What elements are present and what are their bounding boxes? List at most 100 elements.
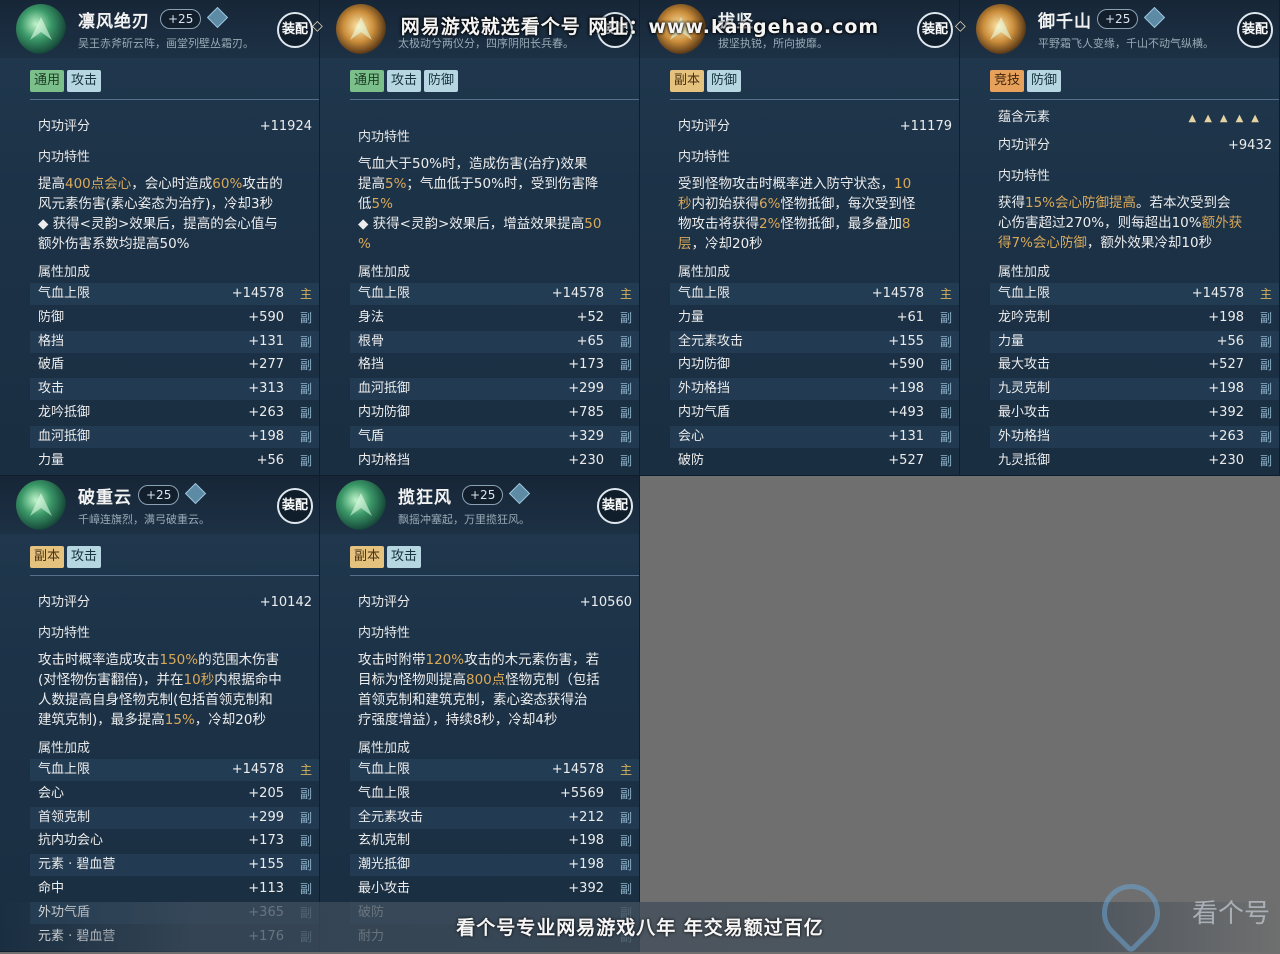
score-row: 内功评分 +11179 — [670, 116, 959, 138]
flavor-text: 吴王赤斧斫云阵，画堂列壁丛霜刃。 — [78, 37, 254, 50]
trait-text: 建筑克制)，最多提高 — [38, 712, 165, 728]
score-row: 内功评分 +9432 — [990, 135, 1279, 157]
attr-value: +230 — [568, 452, 604, 468]
sub-attr-marker: 副 — [1259, 334, 1272, 349]
trait-line: 提高400点会心，会心时造成60%攻击的 — [38, 174, 314, 194]
attr-value: +299 — [248, 809, 284, 825]
attr-row: 攻击 +313 副 — [30, 378, 319, 401]
trait-highlight: % — [358, 236, 371, 252]
sub-attr-marker: 副 — [299, 429, 312, 444]
tag-list: 副本 攻击 — [350, 545, 424, 568]
attr-name: 破盾 — [38, 357, 65, 373]
attr-name: 攻击 — [38, 381, 65, 397]
equip-button[interactable]: 装配 — [1237, 12, 1273, 48]
trait-line: (对怪物伤害翻倍)，并在10秒内根据命中 — [38, 670, 314, 690]
attr-name: 身法 — [358, 309, 385, 325]
trait-description: 受到怪物攻击时概率进入防守状态，10 秒内初始获得6%怪物抵御，每次受到怪 物攻击将… — [678, 174, 954, 254]
trait-line: ◆ 获得<灵韵>效果后，增益效果提高50 — [358, 214, 634, 234]
trait-text: 提高 — [38, 176, 65, 192]
sub-attr-marker: 副 — [619, 358, 632, 373]
attr-name: 气血上限 — [358, 762, 411, 777]
attr-row: 内功气盾 +493 副 — [670, 402, 959, 424]
sub-attr-marker: 副 — [619, 834, 632, 849]
attr-name: 最大攻击 — [998, 357, 1051, 373]
attr-value: +198 — [888, 381, 924, 397]
sub-attr-marker: 副 — [299, 406, 312, 420]
attr-row: 内功防御 +785 副 — [350, 402, 639, 424]
attr-name: 九灵抵御 — [998, 452, 1051, 468]
trait-line: 攻击时附带120%攻击的木元素伤害，若 — [358, 650, 634, 670]
attr-row: 气血上限 +5569 副 — [350, 783, 639, 805]
attr-value: +198 — [1208, 381, 1244, 397]
equip-button[interactable]: 装配 — [277, 488, 313, 524]
attr-value: +155 — [888, 333, 924, 349]
sub-attr-marker: 副 — [939, 453, 952, 468]
sub-attr-marker: 副 — [299, 786, 312, 801]
trait-highlight: 10 — [894, 176, 912, 192]
attr-row: 最小攻击 +392 副 — [350, 878, 639, 900]
card-name: 破重云 — [78, 488, 132, 508]
sub-attr-marker: 副 — [299, 453, 312, 468]
trait-text: 气血大于50%时，造成伤害(治疗)效果 — [358, 156, 588, 172]
attr-value: +5569 — [560, 785, 604, 801]
attr-name: 防御 — [38, 309, 65, 325]
trait-label: 内功特性 — [678, 150, 731, 165]
trait-text: 攻击时概率造成攻击 — [38, 652, 160, 668]
trait-line: 层，冷却20秒 — [678, 234, 954, 254]
attr-row: 力量 +61 副 — [670, 307, 959, 329]
attr-row: 气血上限 +14578 主 — [30, 283, 319, 305]
sub-attr-marker: 副 — [939, 358, 952, 373]
category-tag: 副本 — [350, 546, 385, 568]
trait-label: 内功特性 — [998, 169, 1051, 184]
trait-line: 提高5%；气血低于50%时，受到伤害降 — [358, 174, 634, 194]
section-divider — [670, 99, 959, 100]
footer-banner: 看个号专业网易游戏八年 年交易额过百亿 — [456, 917, 824, 939]
trait-highlight: 800点 — [466, 672, 506, 688]
attr-name: 根骨 — [358, 333, 385, 349]
trait-line: 额外伤害系数均提高50% — [38, 234, 314, 254]
trait-text: 心伤害超过270%，则每超出10% — [998, 215, 1202, 231]
attr-row: 最小攻击 +392 副 — [990, 402, 1279, 424]
attr-name: 气血上限 — [358, 785, 411, 801]
attr-value: +392 — [1208, 405, 1244, 420]
attr-value: +131 — [248, 333, 284, 349]
trait-label: 内功特性 — [358, 626, 411, 641]
trait-text: 物攻击将获得 — [678, 216, 759, 232]
sub-attr-marker: 副 — [1259, 382, 1272, 397]
attr-value: +198 — [1208, 309, 1244, 325]
trait-line: 气血大于50%时，造成伤害(治疗)效果 — [358, 154, 634, 174]
trait-description: 获得15%会心防御提高。若本次受到会 心伤害超过270%，则每超出10%额外获 得7… — [998, 193, 1274, 253]
score-value: +11924 — [259, 119, 312, 134]
trait-line: 风元素伤害(素心姿态为治疗)，冷却3秒 — [38, 194, 314, 214]
equip-button[interactable]: 装配 — [277, 12, 313, 48]
score-value: +10560 — [579, 595, 632, 610]
trait-text: ，冷却20秒 — [194, 712, 266, 728]
section-divider — [350, 575, 639, 576]
attr-name: 力量 — [678, 309, 705, 325]
attr-row: 元素 · 碧血营 +155 副 — [30, 854, 319, 877]
watermark-diamond-icon: ◇ — [955, 18, 966, 34]
trait-text: 的范围木伤害 — [198, 652, 280, 668]
sub-attr-marker: 副 — [619, 334, 632, 349]
trait-line: 心伤害超过270%，则每超出10%额外获 — [998, 213, 1274, 233]
attr-name: 外功格挡 — [678, 381, 731, 397]
attr-row: 九灵克制 +198 副 — [990, 378, 1279, 401]
neigong-card-1: 凛风绝刃 +25 吴王赤斧斫云阵，画堂列壁丛霜刃。 装配 通用 攻击 内功评分 +11924 内… — [0, 0, 320, 476]
neigong-card-5: 破重云 +25 千嶂连旗烈，满弓破重云。 装配 副本 攻击 内功评分 +10142 内功特性 攻击… — [0, 476, 320, 952]
attr-row: 破防 +527 副 — [670, 450, 959, 472]
score-label: 内功评分 — [38, 119, 91, 134]
attr-row: 血河抵御 +198 副 — [30, 425, 319, 448]
trait-line: 低5% — [358, 194, 634, 214]
trait-text: ；气血低于50%时，受到伤害降 — [406, 176, 599, 192]
attr-row: 抗内功会心 +173 副 — [30, 830, 319, 852]
neigong-emblem-icon — [976, 4, 1026, 54]
trait-text: 受到怪物攻击时概率进入防守状态， — [678, 176, 894, 192]
attr-row: 会心 +131 副 — [670, 425, 959, 448]
equip-button[interactable]: 装配 — [597, 488, 633, 524]
attr-row: 外功格挡 +263 副 — [990, 425, 1279, 448]
attr-name: 气血上限 — [38, 286, 91, 301]
sub-attr-marker: 副 — [299, 834, 312, 849]
trait-line: 人数提高自身怪物克制(包括首领克制和 — [38, 690, 314, 710]
trait-highlight: 15%会心防御提高 — [1025, 195, 1137, 211]
trait-line: 攻击时概率造成攻击150%的范围木伤害 — [38, 650, 314, 670]
